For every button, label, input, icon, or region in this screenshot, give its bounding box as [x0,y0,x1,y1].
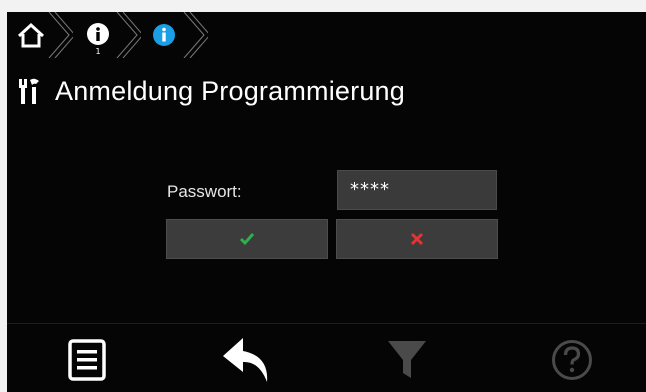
checkmark-icon [239,233,255,246]
breadcrumb-separator [183,12,208,58]
breadcrumb-home[interactable] [7,12,73,58]
password-label: Passwort: [167,182,242,201]
breadcrumb-separator [116,12,141,58]
info-active-icon [153,24,175,46]
info-icon: 1 [87,23,109,55]
list-icon [68,339,106,381]
back-arrow-icon [223,338,268,382]
screen: 1 Anmeldung Programmierung Passwort: ***… [7,12,646,392]
tools-icon [19,78,39,104]
help-icon [552,340,592,380]
breadcrumb-info-current[interactable] [142,12,208,58]
breadcrumb: 1 [7,12,646,58]
filter-button[interactable] [377,330,437,390]
home-icon [17,22,45,48]
list-button[interactable] [57,330,117,390]
breadcrumb-sub-label: 1 [95,47,100,55]
page-title: Anmeldung Programmierung [55,75,405,106]
breadcrumb-separator [48,12,73,58]
help-button[interactable] [542,330,602,390]
cancel-button[interactable] [336,219,498,259]
breadcrumb-info-1[interactable]: 1 [75,12,141,58]
page-title-row: Anmeldung Programmierung [17,74,405,108]
password-field[interactable]: **** [337,170,497,210]
confirm-button[interactable] [166,219,328,259]
divider [7,323,646,324]
back-button[interactable] [217,330,277,390]
cross-icon [410,232,424,246]
filter-icon [388,341,426,378]
